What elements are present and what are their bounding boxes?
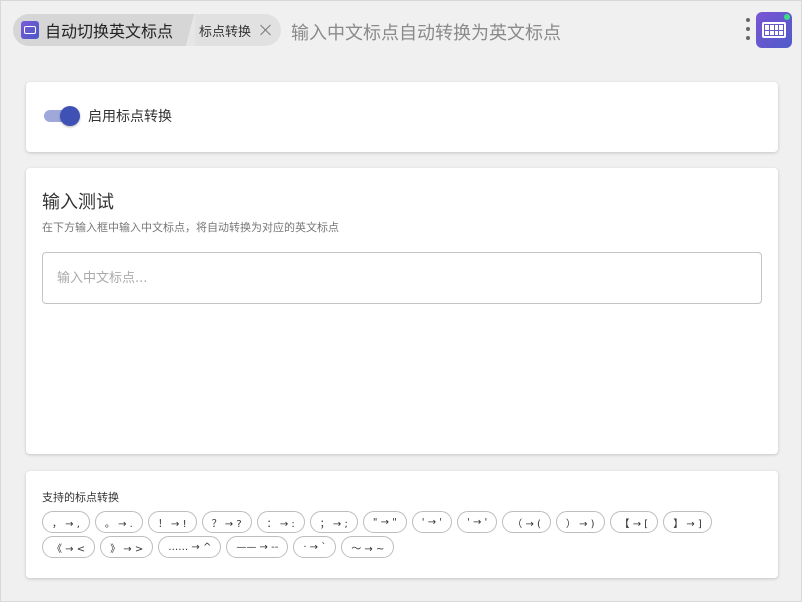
app-keyboard-icon[interactable]	[756, 12, 792, 48]
switch-label: 启用标点转换	[88, 109, 172, 125]
enable-conversion-switch[interactable]	[42, 106, 80, 126]
support-card-title: 支持的标点转换	[42, 491, 119, 504]
test-input[interactable]	[42, 252, 762, 304]
input-test-card: 输入测试 在下方输入框中输入中文标点，将自动转换为对应的英文标点	[26, 168, 778, 454]
status-dot	[784, 14, 790, 20]
conversion-chip: ' → '	[411, 511, 453, 533]
supported-conversions-card: 支持的标点转换 ， → ,。 → .！ → !？ → ?： → :； → ; " …	[26, 471, 778, 578]
breadcrumb-tab-label: 标点转换	[199, 24, 252, 40]
conversion-chip: 【 → [	[609, 511, 659, 533]
conversion-chip: （ → (	[502, 511, 551, 533]
conversion-chip: ？ → ?	[201, 511, 252, 533]
test-card-description: 在下方输入框中输入中文标点，将自动转换为对应的英文标点	[42, 221, 339, 234]
toggle-row: 启用标点转换	[42, 106, 172, 126]
more-vertical-icon[interactable]	[745, 18, 751, 40]
conversion-chip: ～ → ~	[341, 536, 395, 558]
conversion-chip: 《 → <	[42, 536, 96, 558]
breadcrumb-tab[interactable]: 标点转换	[195, 14, 281, 46]
top-bar: 自动切换英文标点 标点转换 输入中文标点自动转换为英文标点	[1, 1, 801, 59]
conversion-chip: ！ → !	[147, 511, 197, 533]
conversion-chip: · → `	[293, 536, 337, 558]
conversion-chip: 】 → ]	[663, 511, 712, 533]
breadcrumb: 自动切换英文标点 标点转换	[13, 14, 282, 46]
breadcrumb-root-label: 自动切换英文标点	[45, 22, 174, 41]
breadcrumb-separator	[185, 14, 196, 46]
close-icon[interactable]	[259, 23, 273, 37]
conversion-chip: ） → )	[555, 511, 605, 533]
keyboard-icon	[21, 21, 39, 39]
conversion-chip: " → "	[362, 511, 407, 533]
conversion-chip-list: ， → ,。 → .！ → !？ → ?： → :； → ; " → " ' → '…	[42, 511, 766, 558]
breadcrumb-root[interactable]: 自动切换英文标点	[13, 14, 186, 46]
conversion-chip: 》 → >	[100, 536, 154, 558]
conversion-chip: ' → '	[457, 511, 498, 533]
conversion-chip: …… → ^	[158, 536, 222, 558]
switch-thumb	[60, 106, 80, 126]
conversion-chip: ： → :	[256, 511, 305, 533]
toggle-card: 启用标点转换	[26, 82, 778, 152]
conversion-chip: ； → ;	[309, 511, 358, 533]
page-description: 输入中文标点自动转换为英文标点	[291, 23, 561, 44]
conversion-chip: —— → --	[226, 536, 289, 558]
test-card-title: 输入测试	[42, 192, 114, 213]
conversion-chip: ， → ,	[42, 511, 90, 533]
conversion-chip: 。 → .	[94, 511, 143, 533]
